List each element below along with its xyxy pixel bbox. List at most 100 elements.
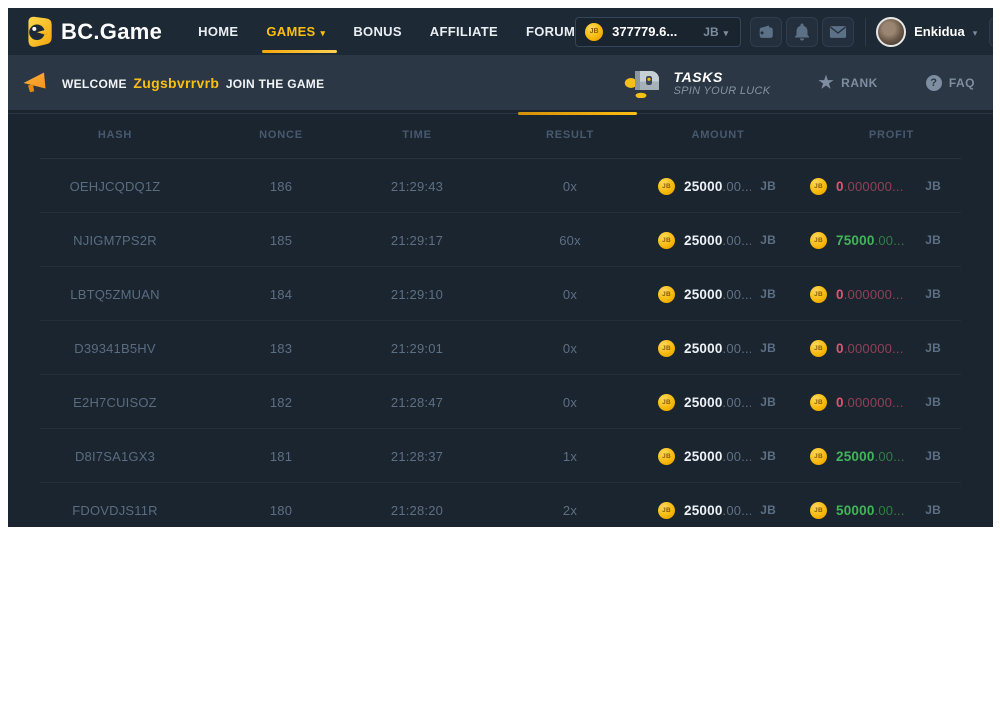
table-row[interactable]: OEHJCQDQ1Z 186 21:29:43 0x JB 25000.00..… [8, 159, 993, 213]
nav-games[interactable]: GAMES [266, 8, 325, 55]
nav-bonus[interactable]: BONUS [353, 8, 401, 55]
amount-unit: JB [760, 503, 776, 517]
cell-hash: FDOVDJS11R [8, 503, 222, 518]
chevron-down-icon [724, 25, 729, 39]
profit-value: 0.000000... [836, 341, 916, 356]
nav-games-label: GAMES [266, 24, 315, 39]
cell-amount: JB 25000.00... JB [646, 340, 790, 357]
faq-label: FAQ [949, 76, 975, 90]
nav-home[interactable]: HOME [198, 8, 238, 55]
cell-time: 21:29:10 [340, 287, 494, 302]
table-header: HASH NONCE TIME RESULT AMOUNT PROFIT [8, 110, 993, 159]
cell-nonce: 181 [222, 449, 340, 464]
cell-time: 21:28:37 [340, 449, 494, 464]
cell-result: 2x [494, 503, 646, 518]
cell-amount: JB 25000.00... JB [646, 178, 790, 195]
profit-value: 0.000000... [836, 287, 916, 302]
bcgame-logo-icon [23, 15, 54, 48]
avatar [876, 17, 906, 47]
cell-hash: E2H7CUISOZ [8, 395, 222, 410]
amount-value: 25000.00... [684, 395, 751, 410]
main-menu: HOME GAMES BONUS AFFILIATE FORUM [198, 8, 575, 55]
jb-coin-icon: JB [810, 502, 827, 519]
profit-value: 0.000000... [836, 395, 916, 410]
amount-value: 25000.00... [684, 449, 751, 464]
profit-unit: JB [925, 287, 941, 301]
cell-hash: NJIGM7PS2R [8, 233, 222, 248]
tasks-widget[interactable]: TASKS SPIN YOUR LUCK [624, 67, 770, 98]
cell-profit: JB 75000.00... JB [790, 232, 993, 249]
profit-unit: JB [925, 449, 941, 463]
cell-hash: D39341B5HV [8, 341, 222, 356]
column-nonce: NONCE [222, 129, 340, 141]
nav-home-label: HOME [198, 24, 238, 39]
app-window: BC.Game HOME GAMES BONUS AFFILIATE FORUM… [8, 8, 993, 527]
table-row[interactable]: D39341B5HV 183 21:29:01 0x JB 25000.00..… [8, 321, 993, 375]
jb-coin-icon: JB [658, 340, 675, 357]
nav-affiliate[interactable]: AFFILIATE [430, 8, 498, 55]
jb-coin-icon: JB [810, 232, 827, 249]
cell-profit: JB 50000.00... JB [790, 502, 993, 519]
faq-link[interactable]: FAQ [926, 75, 975, 91]
currency-dropdown: JB [703, 25, 728, 39]
bell-icon [794, 23, 810, 41]
notifications-button[interactable] [786, 17, 818, 47]
cell-amount: JB 25000.00... JB [646, 286, 790, 303]
cell-result: 60x [494, 233, 646, 248]
welcome-suffix: JOIN THE GAME [226, 77, 325, 91]
table-row[interactable]: NJIGM7PS2R 185 21:29:17 60x JB 25000.00.… [8, 213, 993, 267]
profit-value: 50000.00... [836, 503, 916, 518]
user-menu[interactable]: Enkidua [876, 17, 977, 47]
table-row[interactable]: FDOVDJS11R 180 21:28:20 2x JB 25000.00..… [8, 483, 993, 527]
nav-affiliate-label: AFFILIATE [430, 24, 498, 39]
column-hash: HASH [8, 129, 222, 141]
amount-unit: JB [760, 395, 776, 409]
username: Enkidua [914, 24, 965, 39]
cell-profit: JB 0.000000... JB [790, 340, 993, 357]
currency-label: JB [703, 25, 718, 39]
nav-forum[interactable]: FORUM [526, 8, 575, 55]
jb-coin-icon: JB [658, 502, 675, 519]
column-time: TIME [340, 129, 494, 141]
tasks-text: TASKS SPIN YOUR LUCK [673, 69, 770, 97]
amount-value: 25000.00... [684, 341, 751, 356]
jb-coin-icon: JB [810, 394, 827, 411]
tasks-title: TASKS [673, 69, 770, 85]
wallet-button[interactable] [750, 17, 782, 47]
wallet-icon [757, 23, 775, 41]
chat-toggle-button[interactable] [989, 17, 993, 47]
jb-coin-icon: JB [810, 178, 827, 195]
messages-button[interactable] [822, 17, 854, 47]
cell-profit: JB 0.000000... JB [790, 178, 993, 195]
cell-time: 21:29:17 [340, 233, 494, 248]
chevron-down-icon [321, 24, 326, 39]
rank-label: RANK [841, 76, 878, 90]
welcome-message: WELCOME Zugsbvrrvrb JOIN THE GAME [62, 75, 324, 91]
table-row[interactable]: LBTQ5ZMUAN 184 21:29:10 0x JB 25000.00..… [8, 267, 993, 321]
jb-coin-icon: JB [658, 394, 675, 411]
bets-table: HASH NONCE TIME RESULT AMOUNT PROFIT OEH… [8, 110, 993, 527]
rank-link[interactable]: RANK [818, 74, 877, 91]
table-row[interactable]: E2H7CUISOZ 182 21:28:47 0x JB 25000.00..… [8, 375, 993, 429]
jb-coin-icon: JB [658, 448, 675, 465]
cell-result: 0x [494, 395, 646, 410]
amount-unit: JB [760, 341, 776, 355]
cell-amount: JB 25000.00... JB [646, 502, 790, 519]
table-row[interactable]: D8I7SA1GX3 181 21:28:37 1x JB 25000.00..… [8, 429, 993, 483]
profit-unit: JB [925, 179, 941, 193]
star-icon [818, 74, 834, 91]
balance-value: 377779.6... [612, 24, 677, 39]
amount-unit: JB [760, 179, 776, 193]
balance-selector[interactable]: JB 377779.6... JB [575, 17, 741, 47]
profit-unit: JB [925, 233, 941, 247]
logo[interactable]: BC.Game [23, 15, 162, 48]
cell-hash: OEHJCQDQ1Z [8, 179, 222, 194]
profit-unit: JB [925, 503, 941, 517]
cell-nonce: 180 [222, 503, 340, 518]
amount-value: 25000.00... [684, 233, 751, 248]
cell-hash: D8I7SA1GX3 [8, 449, 222, 464]
cell-amount: JB 25000.00... JB [646, 448, 790, 465]
cell-amount: JB 25000.00... JB [646, 232, 790, 249]
column-profit: PROFIT [790, 129, 993, 141]
profit-value: 0.000000... [836, 179, 916, 194]
